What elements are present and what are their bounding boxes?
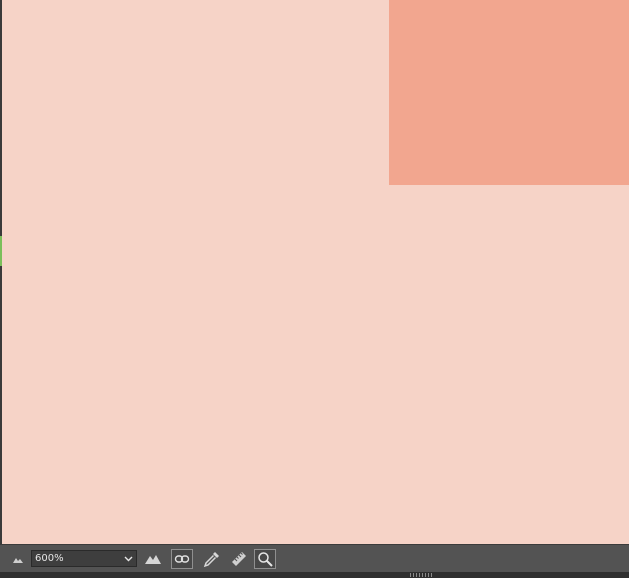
eyedropper-button[interactable] <box>201 549 223 569</box>
color-block <box>389 0 629 185</box>
document-canvas[interactable] <box>2 0 629 544</box>
magnifier-button[interactable] <box>254 549 276 569</box>
eyedropper-icon <box>203 550 221 568</box>
bottom-toolbar: 600% <box>0 544 629 572</box>
ruler-icon <box>230 550 248 568</box>
zoom-level-select[interactable]: 600% <box>31 550 137 567</box>
magnifier-icon <box>257 551 273 567</box>
image-viewer-window: 600% <box>0 0 629 578</box>
zoom-out-icon <box>12 554 24 564</box>
zoom-in-icon <box>144 553 162 565</box>
chevron-down-icon <box>124 554 133 563</box>
zoom-in-button[interactable] <box>142 549 164 569</box>
resize-grip[interactable] <box>410 573 432 577</box>
status-strip <box>0 572 629 578</box>
zoom-level-value: 600% <box>35 553 64 564</box>
link-button[interactable] <box>171 549 193 569</box>
link-icon <box>174 553 190 565</box>
zoom-out-button[interactable] <box>7 549 29 569</box>
ruler-button[interactable] <box>228 549 250 569</box>
